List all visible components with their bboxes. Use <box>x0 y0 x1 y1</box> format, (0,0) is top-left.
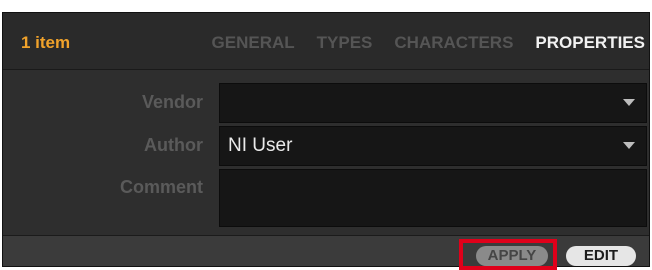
author-label: Author <box>144 135 203 155</box>
comment-row: Comment <box>3 169 649 227</box>
tab-types[interactable]: TYPES <box>317 33 373 53</box>
comment-field[interactable] <box>219 169 647 227</box>
apply-button[interactable]: APPLY <box>476 246 548 266</box>
vendor-row: Vendor <box>3 83 649 123</box>
item-count: 1 item <box>21 33 71 52</box>
vendor-label: Vendor <box>141 92 203 112</box>
panel-footer: APPLY EDIT <box>3 235 649 270</box>
author-row: Author NI User <box>3 126 649 166</box>
tab-properties[interactable]: PROPERTIES <box>535 33 645 53</box>
edit-button[interactable]: EDIT <box>566 246 636 266</box>
tab-characters[interactable]: CHARACTERS <box>394 33 513 53</box>
tab-bar: GENERAL TYPES CHARACTERS PROPERTIES <box>212 33 645 53</box>
properties-panel: 1 item GENERAL TYPES CHARACTERS PROPERTI… <box>2 12 650 270</box>
chevron-down-icon <box>623 99 635 106</box>
panel-header: 1 item GENERAL TYPES CHARACTERS PROPERTI… <box>3 13 649 70</box>
chevron-down-icon <box>623 142 635 149</box>
tab-general[interactable]: GENERAL <box>212 33 295 53</box>
author-value: NI User <box>228 135 293 156</box>
vendor-dropdown[interactable] <box>219 83 647 123</box>
comment-label: Comment <box>119 177 203 197</box>
author-dropdown[interactable]: NI User <box>219 126 647 166</box>
